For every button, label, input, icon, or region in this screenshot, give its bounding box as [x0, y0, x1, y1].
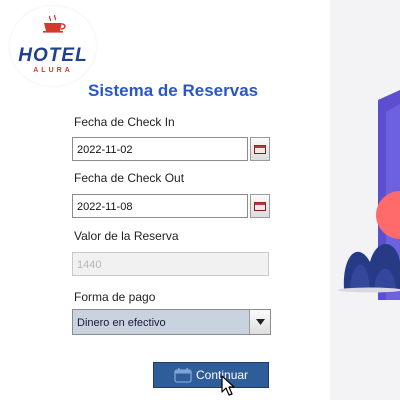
hotel-illustration: [330, 0, 400, 400]
calendar-icon: [254, 144, 266, 154]
reservation-value-label: Valor de la Reserva: [74, 229, 179, 243]
logo-sub-text: ALURA: [33, 67, 73, 74]
hotel-alura-logo: HOTEL ALURA: [10, 6, 96, 86]
reservation-form-panel: HOTEL ALURA Sistema de Reservas Fecha de…: [0, 0, 330, 400]
checkin-calendar-button[interactable]: [250, 137, 270, 161]
dropdown-arrow-button[interactable]: [249, 310, 270, 334]
chevron-down-icon: [255, 319, 265, 325]
payment-method-value: Dinero en efectivo: [77, 317, 166, 329]
page-title: Sistema de Reservas: [88, 81, 259, 100]
payment-method-label: Forma de pago: [74, 290, 156, 304]
checkin-date-field[interactable]: 2022-11-02: [72, 137, 248, 161]
mouse-cursor-icon: [221, 375, 235, 396]
checkout-calendar-button[interactable]: [250, 194, 270, 218]
payment-method-select[interactable]: Dinero en efectivo: [72, 309, 271, 335]
calendar-icon: [254, 201, 266, 211]
reservation-value-field: 1440: [72, 252, 269, 276]
coffee-cup-icon: [43, 15, 66, 33]
checkin-label: Fecha de Check In: [74, 115, 175, 129]
decorative-illustration-panel: [330, 0, 400, 400]
continue-button[interactable]: Continuar: [153, 362, 269, 388]
calendar-icon: [174, 367, 192, 383]
checkout-label: Fecha de Check Out: [74, 171, 185, 185]
logo-brand-text: HOTEL: [18, 45, 88, 66]
checkout-date-field[interactable]: 2022-11-08: [72, 194, 248, 218]
